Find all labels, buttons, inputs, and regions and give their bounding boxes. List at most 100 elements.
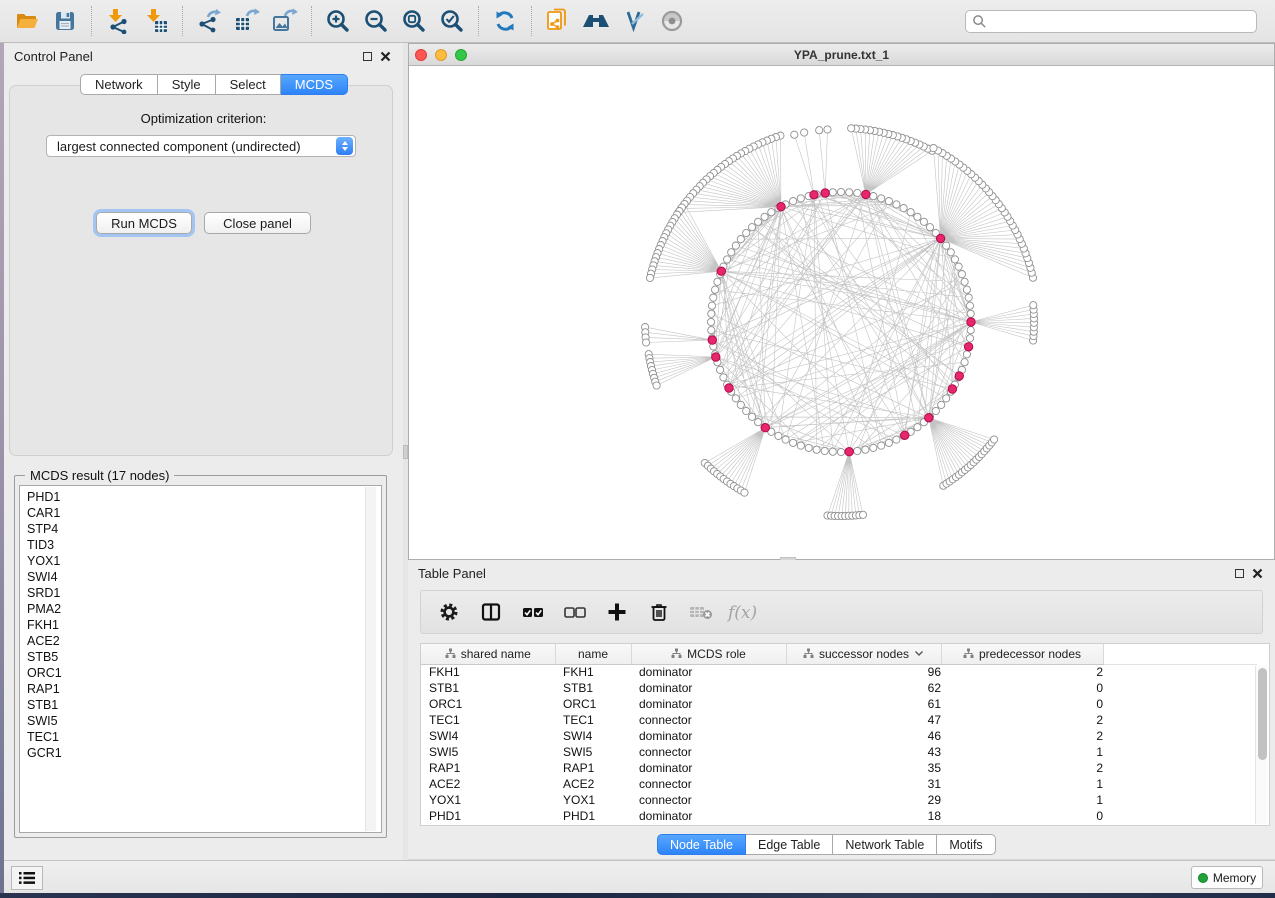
float-table-panel-icon[interactable] (1235, 569, 1244, 578)
add-column-button[interactable] (599, 594, 635, 630)
table-cell[interactable]: 0 (941, 696, 1103, 712)
show-columns-button[interactable] (473, 594, 509, 630)
table-cell[interactable]: dominator (631, 680, 786, 696)
table-cell[interactable]: 18 (786, 808, 941, 824)
table-row[interactable]: SWI5SWI5connector431 (421, 744, 1257, 760)
open-file-button[interactable] (8, 3, 46, 39)
close-table-panel-icon[interactable] (1252, 568, 1263, 579)
table-cell[interactable]: connector (631, 776, 786, 792)
table-cell[interactable]: 2 (941, 712, 1103, 728)
table-cell[interactable]: 47 (786, 712, 941, 728)
mcds-result-item[interactable]: FKH1 (27, 617, 381, 633)
table-cell[interactable]: 29 (786, 792, 941, 808)
table-cell[interactable]: SWI4 (421, 728, 555, 744)
table-cell[interactable]: 0 (941, 680, 1103, 696)
tab-select[interactable]: Select (216, 74, 281, 95)
table-cell[interactable]: 96 (786, 664, 941, 680)
zoom-fit-button[interactable] (395, 3, 433, 39)
mcds-result-item[interactable]: CAR1 (27, 505, 381, 521)
float-panel-icon[interactable] (363, 52, 372, 61)
table-cell[interactable]: ORC1 (421, 696, 555, 712)
column-settings-button[interactable] (431, 594, 467, 630)
table-row[interactable]: RAP1RAP1dominator352 (421, 760, 1257, 776)
table-cell[interactable]: 0 (941, 808, 1103, 824)
table-cell[interactable]: YOX1 (421, 792, 555, 808)
mcds-result-listbox[interactable]: PHD1CAR1STP4TID3YOX1SWI4SRD1PMA2FKH1ACE2… (19, 485, 382, 833)
table-cell[interactable]: SWI4 (555, 728, 631, 744)
table-cell[interactable]: ORC1 (555, 696, 631, 712)
mcds-result-item[interactable]: PMA2 (27, 601, 381, 617)
zoom-selected-button[interactable] (433, 3, 471, 39)
column-header-predecessor-nodes[interactable]: predecessor nodes (941, 644, 1103, 664)
delete-column-button[interactable] (641, 594, 677, 630)
close-panel-button[interactable]: Close panel (204, 212, 311, 234)
mcds-result-item[interactable]: GCR1 (27, 745, 381, 761)
mcds-result-item[interactable]: TEC1 (27, 729, 381, 745)
export-image-button[interactable] (266, 3, 304, 39)
table-cell[interactable]: connector (631, 712, 786, 728)
tab-mcds[interactable]: MCDS (281, 74, 348, 95)
tab-motifs[interactable]: Motifs (937, 834, 995, 855)
search-input[interactable] (987, 14, 1250, 28)
tab-edge-table[interactable]: Edge Table (746, 834, 833, 855)
table-row[interactable]: TEC1TEC1connector472 (421, 712, 1257, 728)
table-cell[interactable]: 2 (941, 728, 1103, 744)
deselect-all-rows-button[interactable] (557, 594, 593, 630)
table-scrollbar[interactable] (1255, 666, 1267, 824)
table-row[interactable]: YOX1YOX1connector291 (421, 792, 1257, 808)
table-cell[interactable]: connector (631, 792, 786, 808)
criterion-dropdown[interactable]: largest connected component (undirected) (46, 135, 356, 157)
mcds-result-item[interactable]: SRD1 (27, 585, 381, 601)
table-row[interactable]: PHD1PHD1dominator180 (421, 808, 1257, 824)
run-mcds-button[interactable]: Run MCDS (96, 212, 192, 234)
table-cell[interactable]: TEC1 (421, 712, 555, 728)
column-header-name[interactable]: name (555, 644, 631, 664)
table-cell[interactable]: YOX1 (555, 792, 631, 808)
mcds-result-item[interactable]: YOX1 (27, 553, 381, 569)
table-cell[interactable]: 2 (941, 664, 1103, 680)
column-header-shared-name[interactable]: shared name (421, 644, 555, 664)
tab-network[interactable]: Network (80, 74, 158, 95)
table-row[interactable]: SWI4SWI4dominator462 (421, 728, 1257, 744)
apply-function-button[interactable]: f(x) (725, 594, 761, 630)
mcds-result-item[interactable]: RAP1 (27, 681, 381, 697)
table-cell[interactable]: dominator (631, 808, 786, 824)
mcds-result-item[interactable]: ACE2 (27, 633, 381, 649)
network-canvas[interactable] (409, 66, 1274, 559)
table-cell[interactable]: 2 (941, 760, 1103, 776)
table-cell[interactable]: dominator (631, 696, 786, 712)
save-session-button[interactable] (46, 3, 84, 39)
maximize-window-icon[interactable] (455, 49, 467, 61)
close-window-icon[interactable] (415, 49, 427, 61)
table-cell[interactable]: ACE2 (555, 776, 631, 792)
import-network-button[interactable] (99, 3, 137, 39)
table-cell[interactable]: 1 (941, 792, 1103, 808)
task-history-button[interactable] (11, 866, 43, 890)
table-cell[interactable]: 35 (786, 760, 941, 776)
close-panel-icon[interactable] (380, 51, 391, 62)
style-v-button[interactable] (615, 3, 653, 39)
table-cell[interactable]: STB1 (421, 680, 555, 696)
zoom-out-button[interactable] (357, 3, 395, 39)
table-cell[interactable]: FKH1 (421, 664, 555, 680)
tab-node-table[interactable]: Node Table (657, 834, 746, 855)
mcds-result-item[interactable]: ORC1 (27, 665, 381, 681)
table-cell[interactable]: dominator (631, 664, 786, 680)
table-cell[interactable]: SWI5 (555, 744, 631, 760)
table-cell[interactable]: RAP1 (555, 760, 631, 776)
table-cell[interactable]: SWI5 (421, 744, 555, 760)
network-window-titlebar[interactable]: YPA_prune.txt_1 (409, 44, 1274, 66)
table-row[interactable]: ORC1ORC1dominator610 (421, 696, 1257, 712)
table-cell[interactable]: TEC1 (555, 712, 631, 728)
mcds-list-scrollbar[interactable] (365, 487, 376, 831)
table-cell[interactable]: 1 (941, 744, 1103, 760)
mcds-result-item[interactable]: STB1 (27, 697, 381, 713)
table-cell[interactable]: 1 (941, 776, 1103, 792)
refresh-button[interactable] (486, 3, 524, 39)
table-cell[interactable]: 43 (786, 744, 941, 760)
mcds-result-item[interactable]: PHD1 (27, 489, 381, 505)
table-cell[interactable]: 46 (786, 728, 941, 744)
table-cell[interactable]: connector (631, 744, 786, 760)
table-cell[interactable]: PHD1 (421, 808, 555, 824)
mcds-result-item[interactable]: SWI4 (27, 569, 381, 585)
